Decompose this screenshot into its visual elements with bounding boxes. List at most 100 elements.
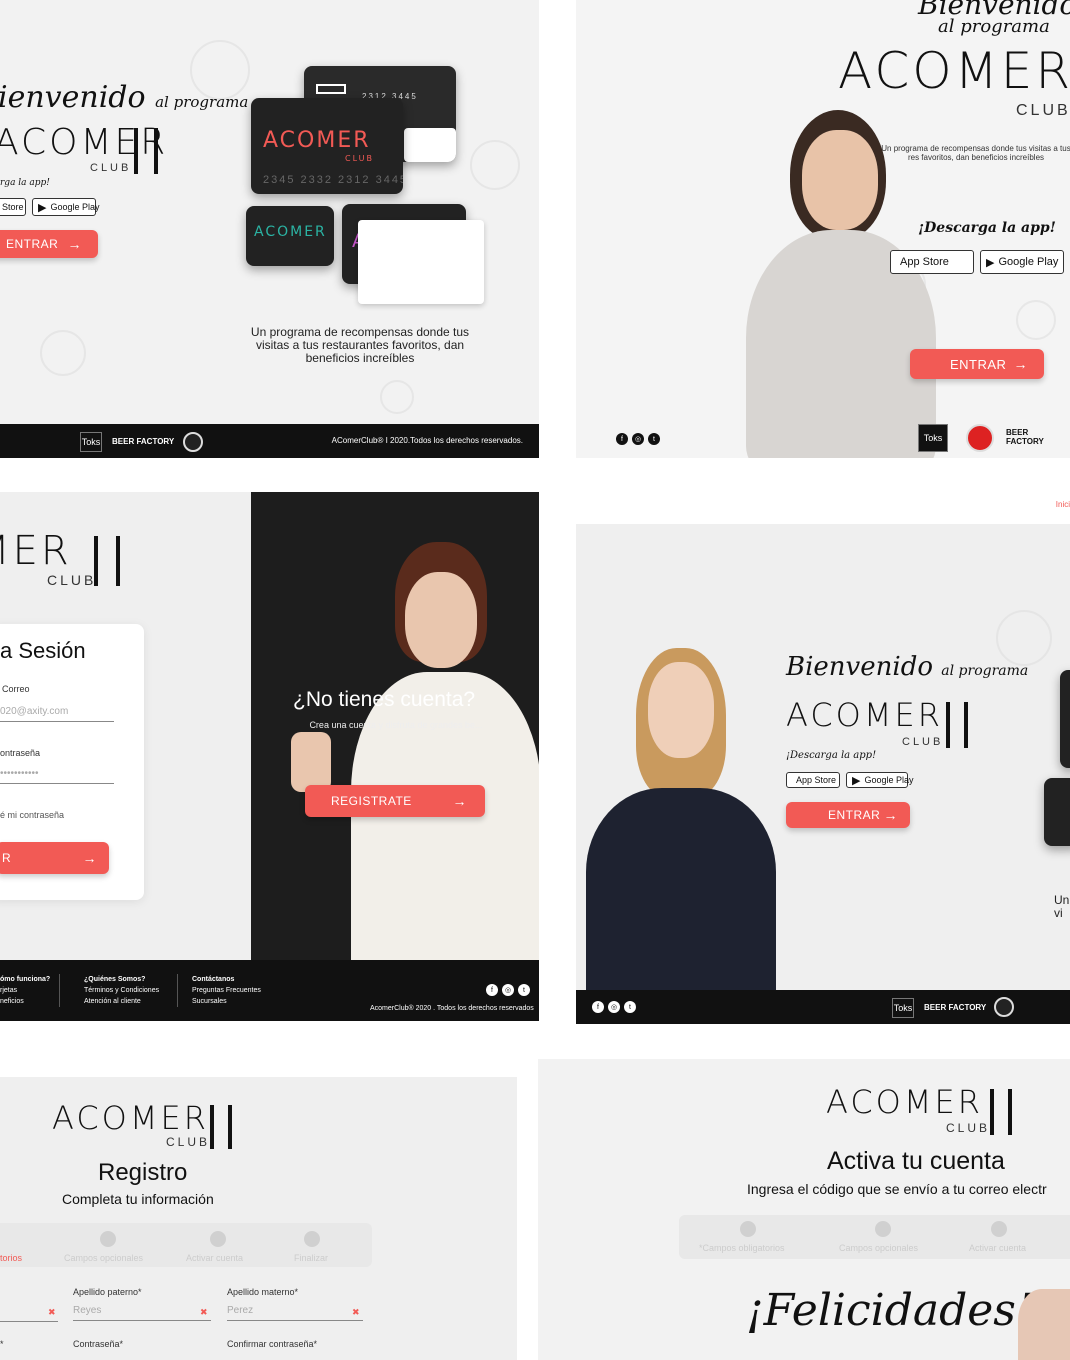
nav-home-link[interactable]: Inici [1056, 500, 1070, 509]
panda-logo [994, 997, 1014, 1017]
maternal-field[interactable]: Perez [227, 1305, 363, 1321]
membership-card-teal: ACOMER [246, 206, 334, 266]
instagram-icon[interactable]: ◎ [502, 984, 514, 996]
step-label-optional: Campos opcionales [839, 1243, 919, 1253]
login-title: a Sesión [0, 638, 86, 663]
qr-icon [316, 84, 346, 94]
footer: Toks BEER FACTORY AComerClub® I 2020.Tod… [0, 424, 539, 458]
forgot-password-link[interactable]: é mi contraseña [0, 810, 64, 820]
brand-club: CLUB [1016, 102, 1070, 119]
activate-stepper: *Campos obligatorios Campos opcionales A… [679, 1215, 1070, 1259]
download-app-text: rga la app! [0, 178, 50, 188]
appstore-badge[interactable]: App Store [786, 772, 840, 788]
login-card: a Sesión Correo 020@axity.com ontraseña … [0, 624, 144, 900]
card-brand-teal: ACOMER [254, 224, 327, 240]
twitter-icon[interactable]: t [518, 984, 530, 996]
enter-button[interactable]: ENTRAR → [0, 230, 98, 258]
twitter-icon[interactable]: t [624, 1001, 636, 1013]
arrow-right-icon: → [452, 793, 467, 809]
fork-knife-icon [134, 128, 158, 174]
clear-icon[interactable]: ✖ [200, 1307, 208, 1318]
instagram-icon[interactable]: ◎ [632, 433, 644, 445]
beer-factory-logo: BEER FACTORY [1006, 428, 1044, 446]
woman-with-phone-photo [291, 542, 539, 960]
register-promo: ¿No tienes cuenta? Crea una cuenta y dis… [251, 492, 539, 960]
welcome-heading: ienvenido al programa [0, 80, 249, 115]
step-label-optional: Campos opcionales [64, 1253, 144, 1263]
fork-knife-icon [946, 702, 968, 748]
tagline: Un programa de recompensas donde tus vis… [250, 325, 470, 365]
download-app-text: ¡Descarga la app! [918, 220, 1056, 236]
arrow-right-icon: → [67, 236, 82, 252]
register-subtitle: Completa tu información [62, 1191, 214, 1207]
register-title: Registro [98, 1159, 188, 1186]
social-links: f ◎ t [486, 984, 530, 996]
clear-icon[interactable]: ✖ [48, 1307, 56, 1318]
top-nav: Inici [576, 480, 1070, 524]
step-label-required: torios [0, 1253, 23, 1263]
email-field[interactable]: 020@axity.com [0, 706, 114, 722]
activate-title: Activa tu cuenta [827, 1147, 1005, 1175]
facebook-icon[interactable]: f [592, 1001, 604, 1013]
facebook-icon[interactable]: f [616, 433, 628, 445]
welcome-small: al programa [938, 16, 1050, 37]
enter-button[interactable]: ENTRAR → [910, 349, 1044, 379]
brand-wordmark: ACOMER [0, 528, 72, 574]
step-label-activate: Activar cuenta [186, 1253, 244, 1263]
fork-knife-icon [94, 536, 120, 586]
brand-wordmark: ACOMER [786, 696, 943, 734]
panda-logo [183, 432, 203, 452]
step-label-activate: Activar cuenta [969, 1243, 1027, 1253]
beer-factory-logo: BEER FACTORY [924, 1003, 987, 1012]
facebook-icon[interactable]: f [486, 984, 498, 996]
social-links: f ◎ t [616, 433, 660, 445]
paternal-field[interactable]: Reyes [73, 1305, 211, 1321]
footer-col-contact: Contáctanos Preguntas Frecuentes Sucursa… [192, 976, 261, 1005]
arrow-right-icon: → [1013, 356, 1028, 372]
activate-panel: ACOMER CLUB Activa tu cuenta Ingresa el … [538, 1059, 1070, 1360]
card-magenta-back [358, 220, 484, 304]
register-stepper: torios Campos opcionales Activar cuenta … [0, 1223, 372, 1267]
email-label: Correo [2, 684, 30, 694]
card-info-strip [404, 128, 456, 162]
tagline: Un programa de recompensas donde tus vis… [881, 144, 1070, 162]
footer-copyright: AComerClub® I 2020.Todos los derechos re… [331, 436, 523, 445]
panda-logo [966, 424, 994, 452]
twitter-icon[interactable]: t [648, 433, 660, 445]
maternal-label: Apellido materno* [227, 1287, 299, 1297]
no-account-subtext: Crea una cuenta y disfruta de grandes be… [309, 720, 483, 730]
decorative-photo-edge [1018, 1289, 1070, 1360]
googleplay-badge[interactable]: ▶ Google Play [980, 250, 1064, 274]
congrats-heading: ¡Felicidades! [746, 1285, 1034, 1336]
step-dot [875, 1221, 891, 1237]
step-label-finish: Finalizar [294, 1253, 329, 1263]
googleplay-badge[interactable]: ▶ Google Play [32, 198, 100, 216]
toks-logo: Toks [892, 998, 914, 1018]
step-dot [210, 1231, 226, 1247]
clear-icon[interactable]: ✖ [352, 1307, 360, 1318]
appstore-badge[interactable]: Store [0, 198, 26, 216]
toks-logo: Toks [918, 424, 948, 452]
footer-col-about: ¿Quiénes Somos? Términos y Condiciones A… [84, 974, 178, 1007]
googleplay-badge[interactable]: ▶ Google Play [846, 772, 914, 788]
appstore-badge[interactable]: App Store [890, 250, 974, 274]
instagram-icon[interactable]: ◎ [608, 1001, 620, 1013]
side-text: Un vi [1054, 893, 1070, 920]
left-field-label: * [0, 1339, 4, 1349]
brand-club: CLUB [90, 162, 132, 174]
login-panel: ACOMER CLUB a Sesión Correo 020@axity.co… [0, 492, 539, 1021]
activate-subtitle: Ingresa el código que se envío a tu corr… [747, 1181, 1047, 1197]
play-icon: ▶ [852, 774, 861, 787]
step-dot [304, 1231, 320, 1247]
arrow-right-icon: → [82, 850, 97, 866]
left-field-line[interactable] [0, 1321, 58, 1322]
enter-button[interactable]: ENTRAR → [786, 802, 910, 828]
landing-panel-cards: ienvenido al programa ACOMER CLUB rga la… [0, 0, 539, 458]
password-field[interactable]: ••••••••••• [0, 768, 114, 784]
card-edge-top [1060, 670, 1070, 768]
register-button[interactable]: REGISTRATE → [305, 785, 485, 817]
login-submit-button[interactable]: R → [0, 842, 109, 874]
beer-factory-logo: BEER FACTORY [112, 437, 175, 446]
password-label: Contraseña* [73, 1339, 124, 1349]
step-dot [740, 1221, 756, 1237]
